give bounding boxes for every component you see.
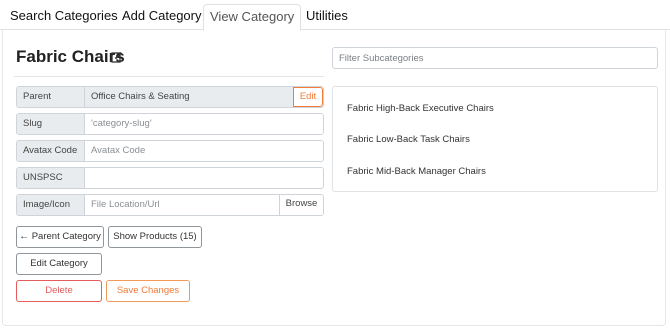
tab-utilities[interactable]: Utilities [300,4,354,30]
edit-category-button[interactable]: Edit Category [16,253,102,275]
unspsc-input[interactable] [85,168,323,188]
image-location-input[interactable] [85,195,281,215]
save-changes-button[interactable]: Save Changes [106,280,190,302]
delete-button[interactable]: Delete [16,280,102,302]
unspsc-label: UNSPSC [17,168,85,188]
filter-subcategories-input[interactable] [332,47,658,69]
tab-view-category[interactable]: View Category [203,4,302,31]
subcategory-item[interactable]: Fabric Mid-Back Manager Chairs [347,166,486,177]
slug-row: Slug [16,113,324,135]
slug-input[interactable] [85,114,323,134]
parent-category-label: Parent Category [31,231,101,242]
slug-label: Slug [17,114,85,134]
tab-add-category[interactable]: Add Category [116,4,208,30]
tab-bar: Search Categories Add Category View Cate… [0,0,670,31]
image-row: Image/Icon Browse [16,194,324,216]
edit-square-icon[interactable] [111,50,123,63]
image-label: Image/Icon [17,195,85,215]
arrow-left-icon: ← [19,231,30,242]
subcategory-list: Fabric High-Back Executive Chairs Fabric… [332,86,658,192]
parent-category-button[interactable]: ← Parent Category [16,226,104,248]
browse-button[interactable]: Browse [279,195,323,215]
subcategory-item[interactable]: Fabric High-Back Executive Chairs [347,103,494,114]
avatax-code-input[interactable] [85,141,323,161]
tab-search-categories[interactable]: Search Categories [4,4,124,30]
avatax-label: Avatax Code [17,141,85,161]
title-divider [14,76,324,77]
unspsc-row: UNSPSC [16,167,324,189]
parent-value: Office Chairs & Seating [85,87,297,107]
edit-parent-button[interactable]: Edit [293,87,323,107]
show-products-button[interactable]: Show Products (15) [108,226,202,248]
subcategory-item[interactable]: Fabric Low-Back Task Chairs [347,134,470,145]
page-title: Fabric Chairs [16,47,125,66]
parent-row: Parent Office Chairs & Seating Edit [16,86,324,108]
avatax-row: Avatax Code [16,140,324,162]
parent-label: Parent [17,87,85,107]
